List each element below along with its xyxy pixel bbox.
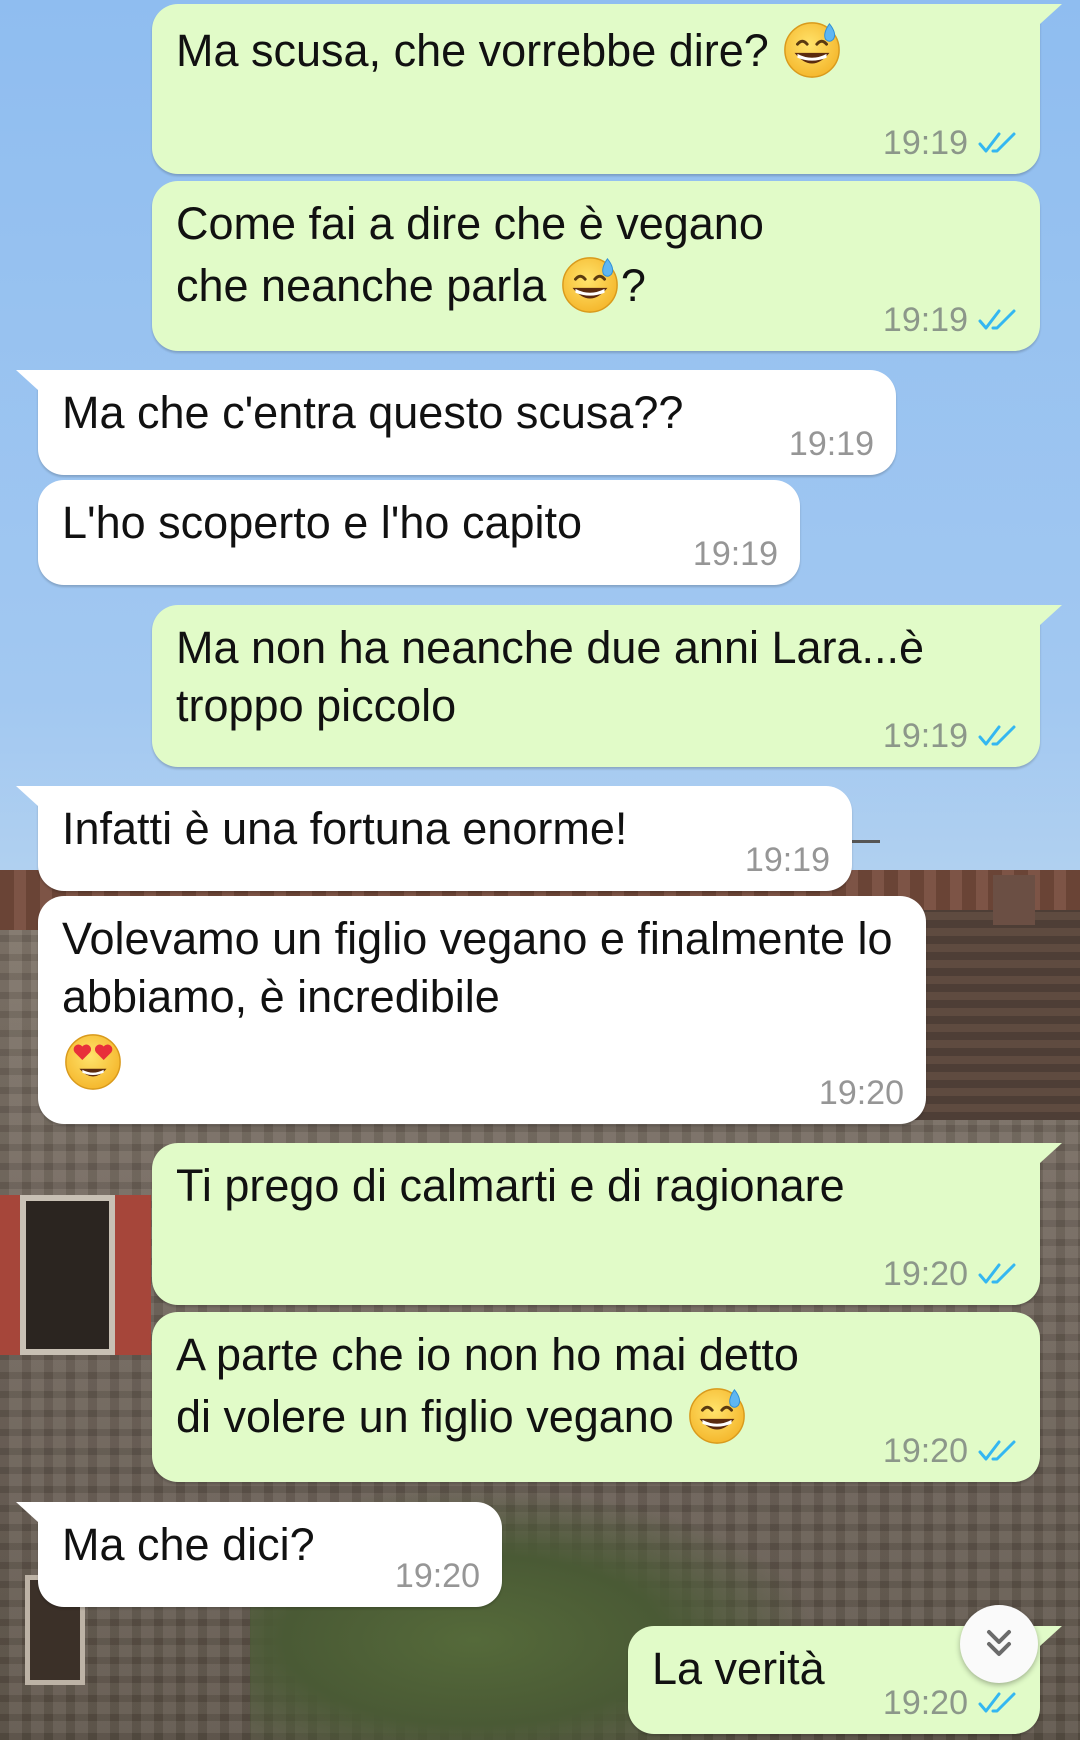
- message-outgoing[interactable]: A parte che io non ho mai detto di voler…: [152, 1312, 1040, 1482]
- message-outgoing[interactable]: Ma non ha neanche due anni Lara...è trop…: [152, 605, 1062, 767]
- read-double-check-icon: [978, 131, 1018, 155]
- message-meta: 19:19: [745, 843, 830, 877]
- wallpaper-chimney: [993, 875, 1035, 925]
- wallpaper-window: [20, 1195, 115, 1355]
- message-time: 19:19: [882, 124, 968, 162]
- message-outgoing[interactable]: Come fai a dire che è vegano che neanche…: [152, 181, 1040, 351]
- message-text: Ti prego di calmarti e di ragionare: [176, 1160, 845, 1211]
- smiling-face-with-heart-eyes-icon: [62, 1030, 124, 1092]
- read-double-check-icon: [978, 1439, 1018, 1463]
- message-meta: 19:19: [789, 427, 874, 461]
- message-time: 19:20: [394, 1557, 480, 1595]
- message-meta: 19:20: [395, 1559, 480, 1593]
- read-double-check-icon: [978, 1262, 1018, 1286]
- double-chevron-down-icon: [987, 1630, 1011, 1656]
- message-text-suffix: ?: [620, 260, 646, 311]
- message-time: 19:20: [818, 1074, 904, 1112]
- message-meta: 19:19: [693, 537, 778, 571]
- read-double-check-icon: [978, 724, 1018, 748]
- message-text: Ma non ha neanche due anni Lara...è trop…: [176, 622, 937, 731]
- message-time: 19:19: [882, 301, 968, 339]
- message-outgoing[interactable]: Ti prego di calmarti e di ragionare 19:2…: [152, 1143, 1062, 1305]
- message-text: Ma scusa, che vorrebbe dire?: [176, 25, 769, 76]
- message-text: Ma che dici?: [62, 1519, 315, 1570]
- read-double-check-icon: [978, 1691, 1018, 1715]
- message-text: Come fai a dire che è vegano che neanche…: [176, 198, 777, 311]
- message-time: 19:20: [882, 1684, 968, 1722]
- message-text: Ma che c'entra questo scusa??: [62, 387, 684, 438]
- message-meta: 19:20: [819, 1076, 904, 1110]
- grinning-face-with-sweat-icon: [686, 1384, 748, 1446]
- message-incoming[interactable]: L'ho scoperto e l'ho capito 19:19: [38, 480, 800, 585]
- message-time: 19:20: [882, 1255, 968, 1293]
- message-meta: 19:19: [883, 719, 1018, 753]
- message-text: La verità: [652, 1643, 825, 1694]
- wallpaper-roof-right: [910, 910, 1080, 1120]
- message-text: L'ho scoperto e l'ho capito: [62, 497, 583, 548]
- scroll-to-bottom-button[interactable]: [960, 1605, 1038, 1683]
- message-outgoing[interactable]: Ma scusa, che vorrebbe dire? 19:19: [152, 4, 1062, 174]
- message-time: 19:20: [882, 1432, 968, 1470]
- message-time: 19:19: [788, 425, 874, 463]
- message-time: 19:19: [744, 841, 830, 879]
- message-meta: 19:19: [883, 126, 1018, 160]
- message-incoming[interactable]: Ma che c'entra questo scusa?? 19:19: [16, 370, 896, 475]
- message-incoming[interactable]: Volevamo un figlio vegano e finalmente l…: [38, 896, 926, 1124]
- grinning-face-with-sweat-icon: [559, 253, 621, 315]
- message-meta: 19:20: [883, 1434, 1018, 1468]
- message-incoming[interactable]: Infatti è una fortuna enorme! 19:19: [16, 786, 852, 891]
- message-meta: 19:20: [883, 1257, 1018, 1291]
- message-meta: 19:19: [883, 303, 1018, 337]
- grinning-face-with-sweat-icon: [781, 18, 843, 80]
- wallpaper-shutter: [115, 1195, 151, 1355]
- message-text: Volevamo un figlio vegano e finalmente l…: [62, 913, 906, 1022]
- message-time: 19:19: [692, 535, 778, 573]
- message-incoming[interactable]: Ma che dici? 19:20: [16, 1502, 502, 1607]
- message-time: 19:19: [882, 717, 968, 755]
- message-meta: 19:20: [883, 1686, 1018, 1720]
- message-text: Infatti è una fortuna enorme!: [62, 803, 628, 854]
- read-double-check-icon: [978, 308, 1018, 332]
